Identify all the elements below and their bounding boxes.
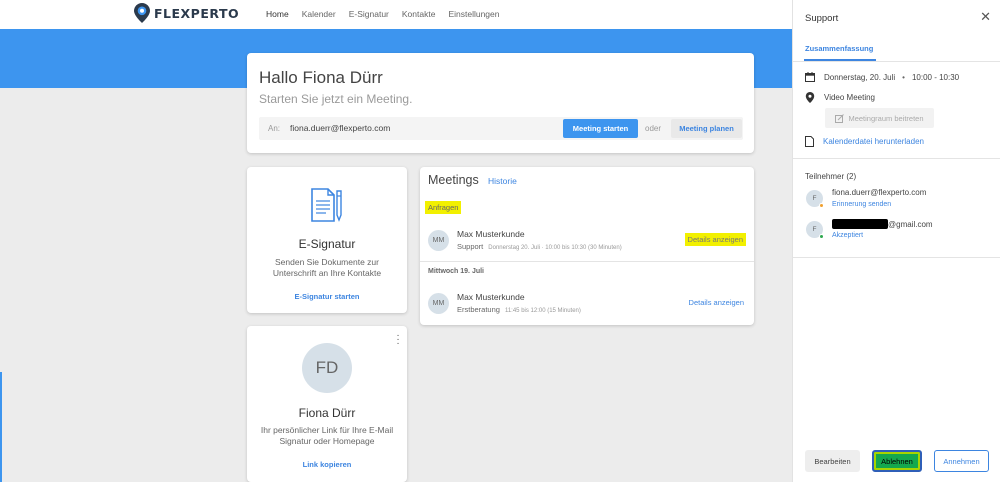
meeting-avatar: MM (428, 230, 449, 251)
nav-kalender[interactable]: Kalender (302, 9, 336, 19)
top-navigation: FLEXPERTO Home Kalender E-Signatur Konta… (0, 0, 792, 29)
esignature-description: Senden Sie Dokumente zur Unterschrift an… (272, 257, 382, 278)
calendar-download: Kalenderdatei herunterladen (805, 136, 924, 147)
participant-status: Akzeptiert (832, 232, 864, 239)
greeting-card: Hallo Fiona Dürr Starten Sie jetzt ein M… (247, 53, 754, 153)
meeting-avatar: MM (428, 293, 449, 314)
meeting-location: Video Meeting (805, 92, 875, 103)
more-options-icon[interactable]: · · · (395, 331, 401, 349)
participant-initial: F (812, 226, 817, 233)
meeting-info: Erstberatung 11:45 bis 12:00 (15 Minuten) (457, 305, 581, 314)
send-reminder-link[interactable]: Erinnerung senden (832, 201, 891, 208)
greeting-title: Hallo Fiona Dürr (259, 68, 383, 87)
close-icon[interactable]: ✕ (980, 10, 991, 23)
nav-kontakte[interactable]: Kontakte (402, 9, 436, 19)
meeting-info: Support Donnerstag 20. Juli · 10:00 bis 1… (457, 242, 622, 251)
divider (793, 61, 1000, 62)
nav-e-signatur[interactable]: E-Signatur (349, 9, 389, 19)
main-nav: Home Kalender E-Signatur Kontakte Einste… (266, 9, 500, 19)
meeting-type: Support (457, 242, 484, 251)
join-button-label: Meetingraum beitreten (848, 113, 924, 123)
participant-avatar: F (806, 190, 824, 208)
flexperto-pin-logo (134, 3, 150, 23)
meeting-datetime: Donnerstag, 20. Juli • 10:00 - 10:30 (805, 72, 959, 82)
profile-description: Ihr persönlicher Link für Ihre E-Mail Si… (260, 425, 394, 446)
status-dot (819, 234, 824, 239)
recipient-email-input[interactable]: fiona.duerr@flexperto.com (290, 123, 390, 133)
divider (793, 257, 1000, 258)
document-pen-icon (311, 188, 342, 222)
profile-card: · · · FD Fiona Dürr Ihr persönlicher Link … (247, 326, 407, 482)
participant-email-domain: @gmail.com (888, 220, 933, 229)
status-dot (819, 203, 824, 208)
external-link-icon (835, 113, 845, 123)
edit-button[interactable]: Bearbeiten (805, 450, 860, 472)
meeting-type: Erstberatung (457, 305, 500, 314)
invite-bar: An: fiona.duerr@flexperto.com Meeting st… (259, 117, 743, 140)
participant-avatar: F (806, 221, 824, 239)
plan-meeting-button[interactable]: Meeting planen (671, 119, 742, 138)
show-details-button[interactable]: Details anzeigen (689, 298, 744, 307)
location-text: Video Meeting (824, 93, 875, 102)
meeting-detail-panel: Support ✕ Zusammenfassung Donnerstag, 20… (792, 0, 1000, 482)
greeting-subtitle: Starten Sie jetzt ein Meeting. (259, 92, 413, 106)
participant-initial: F (812, 195, 817, 202)
date-header: Mittwoch 19. Juli (428, 268, 485, 275)
meeting-row[interactable]: MM Max Musterkunde Support Donnerstag 20.… (420, 220, 754, 262)
meeting-customer-name: Max Musterkunde (457, 292, 525, 302)
participants-title: Teilnehmer (2) (805, 172, 857, 181)
download-calendar-link[interactable]: Kalenderdatei herunterladen (823, 137, 924, 146)
redacted-block (832, 219, 888, 229)
copy-link-button[interactable]: Link kopieren (247, 460, 407, 469)
reject-button[interactable]: Ablehnen (872, 450, 922, 472)
meeting-time-range: 10:00 - 10:30 (911, 72, 960, 82)
nav-einstellungen[interactable]: Einstellungen (448, 9, 499, 19)
start-meeting-button[interactable]: Meeting starten (563, 119, 638, 138)
meeting-time: 11:45 bis 12:00 (15 Minuten) (504, 308, 581, 314)
to-label: An: (268, 124, 281, 133)
participant-email: @gmail.com (832, 219, 933, 229)
esignature-card: E-Signatur Senden Sie Dokumente zur Unte… (247, 167, 407, 313)
left-edge-accent (0, 372, 2, 482)
meetings-title: Meetings (428, 173, 479, 187)
divider (793, 158, 1000, 159)
or-label: oder (645, 124, 662, 133)
show-details-button[interactable]: Details anzeigen (684, 233, 746, 246)
esignature-title: E-Signatur (298, 237, 356, 251)
file-icon (805, 136, 814, 147)
tab-summary[interactable]: Zusammenfassung (805, 44, 873, 53)
start-esignature-link[interactable]: E-Signatur starten (247, 292, 407, 301)
meetings-card: Meetings Historie Anfragen MM Max Muster… (420, 167, 754, 325)
profile-name: Fiona Dürr (298, 406, 356, 420)
join-meeting-room-button[interactable]: Meetingraum beitreten (825, 108, 934, 128)
calendar-icon (805, 72, 815, 82)
participant-email: fiona.duerr@flexperto.com (832, 188, 927, 197)
location-pin-icon (805, 92, 815, 103)
avatar: FD (302, 343, 352, 393)
brand-name: FLEXPERTO (154, 5, 240, 21)
history-link[interactable]: Historie (488, 176, 517, 186)
separator-dot: • (902, 72, 905, 82)
meeting-row[interactable]: MM Max Musterkunde Erstberatung 11:45 bis… (420, 283, 754, 325)
accept-button[interactable]: Annehmen (934, 450, 989, 472)
meeting-date: Donnerstag, 20. Juli (824, 72, 896, 82)
meeting-time: Donnerstag 20. Juli · 10:00 bis 10:30 (3… (488, 245, 622, 251)
panel-title: Support (805, 13, 839, 24)
meeting-customer-name: Max Musterkunde (457, 229, 525, 239)
brand-logo[interactable]: FLEXPERTO (134, 3, 239, 23)
nav-home[interactable]: Home (266, 9, 289, 19)
requests-label: Anfragen (425, 201, 462, 214)
